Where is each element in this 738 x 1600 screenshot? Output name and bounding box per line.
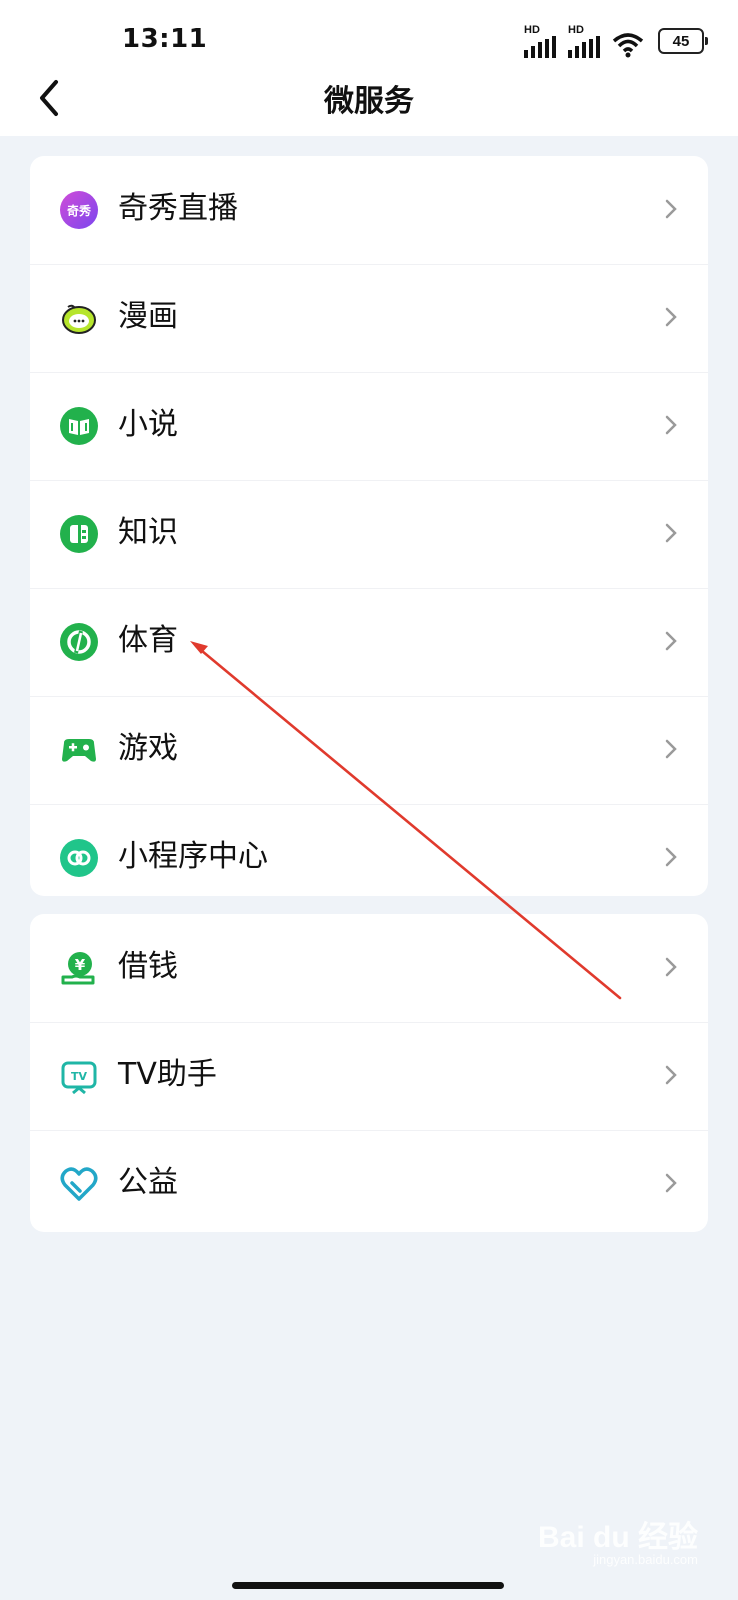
home-indicator[interactable] bbox=[232, 1582, 504, 1589]
baidu-watermark: Bai du 经验 bbox=[537, 1521, 698, 1554]
baidu-watermark-url: jingyan.baidu.com bbox=[593, 1552, 698, 1567]
annotation-arrow bbox=[190, 641, 622, 1000]
